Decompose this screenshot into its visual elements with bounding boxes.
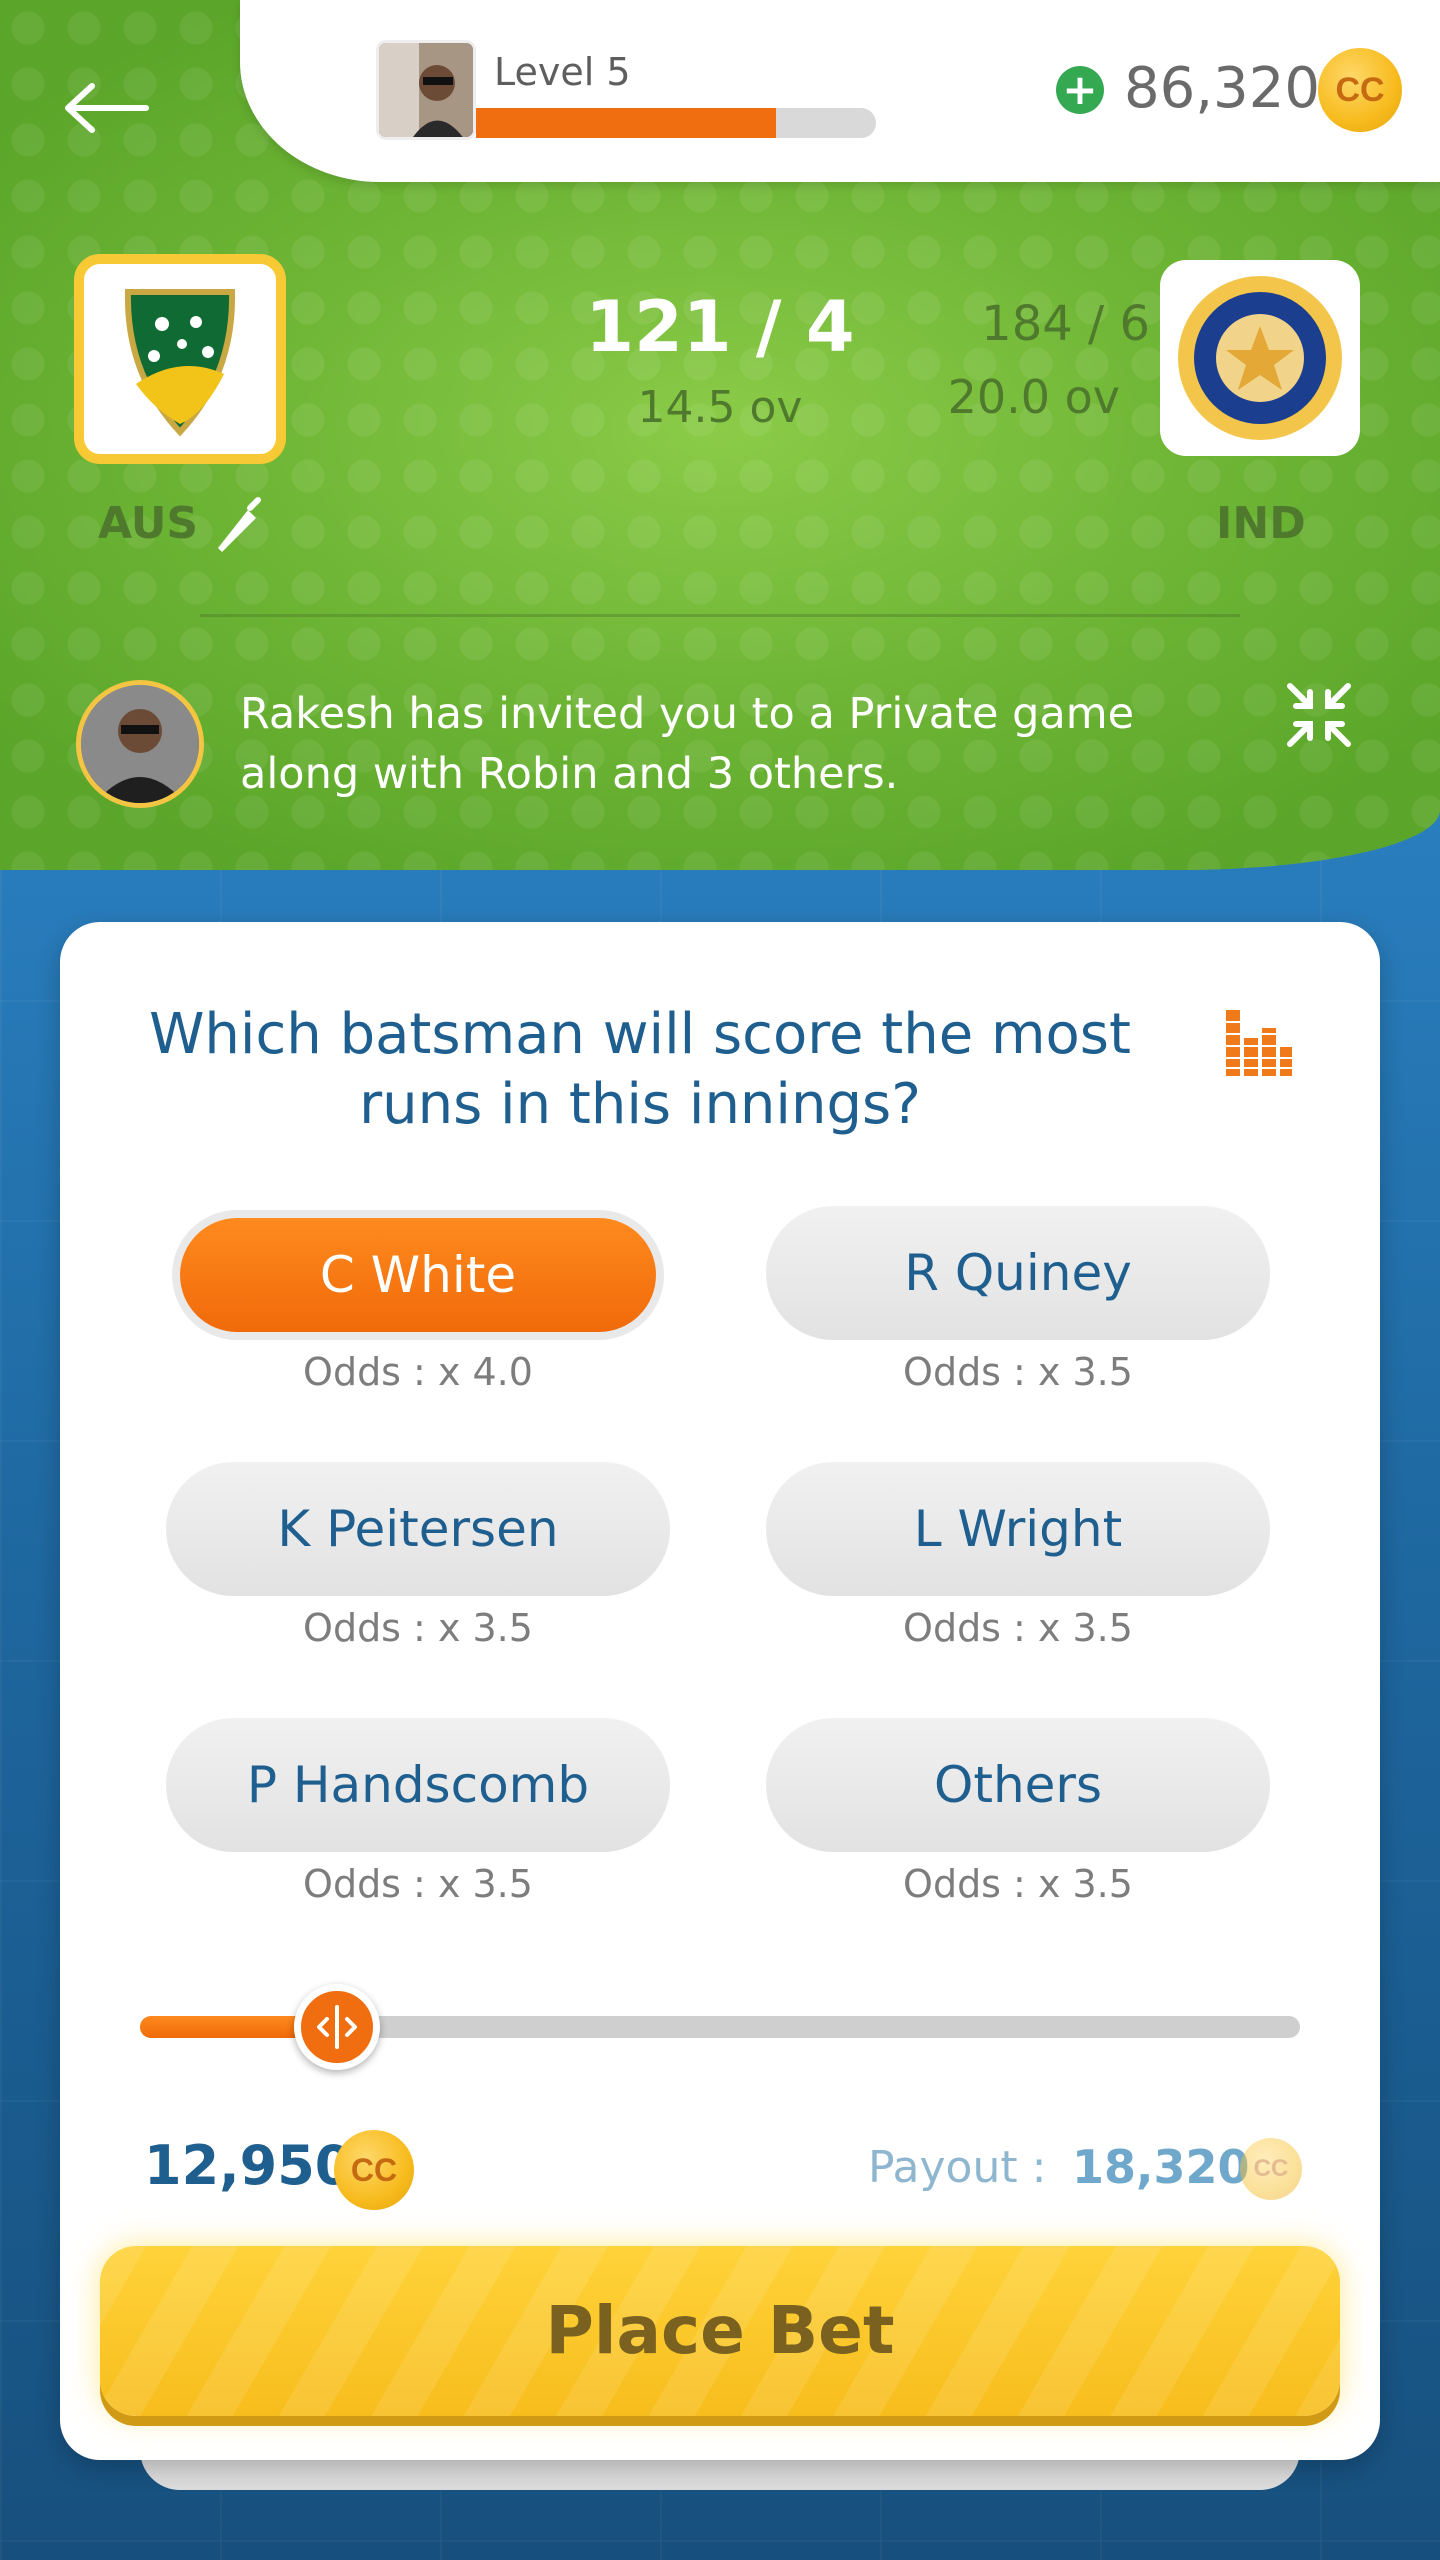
question-text: Which batsman will score the most runs i… <box>149 1002 1131 1137</box>
option-odds: Odds : x 3.5 <box>303 1606 533 1650</box>
payout-value: 18,320 <box>1072 2140 1250 2194</box>
level-progress-fill <box>476 108 776 138</box>
team-logo-ind <box>1160 260 1360 456</box>
inviter-avatar <box>76 680 204 808</box>
drag-arrows-icon <box>317 2005 358 2049</box>
bar-chart-icon[interactable] <box>1224 1008 1294 1078</box>
team-logo-aus <box>74 254 286 464</box>
aus-shield-icon <box>124 289 236 437</box>
level-progress-bar <box>476 108 876 138</box>
option-button[interactable]: L Wright <box>766 1462 1270 1596</box>
coin-balance: 86,320 <box>1124 56 1320 121</box>
bet-card <box>60 922 1380 2460</box>
team-code-aus: AUS <box>98 498 199 549</box>
option-odds: Odds : x 3.5 <box>903 1350 1133 1394</box>
cricket-bat-icon <box>218 497 261 552</box>
team-code-ind: IND <box>1216 498 1306 549</box>
invite-message: Rakesh has invited you to a Private game… <box>240 689 1135 799</box>
batting-team-overs: 14.5 ov <box>637 382 803 433</box>
bet-amount: 12,950 <box>144 2134 353 2197</box>
option-button[interactable]: P Handscomb <box>166 1718 670 1852</box>
option-button[interactable]: R Quiney <box>766 1206 1270 1340</box>
collapse-arrows-icon[interactable] <box>1284 680 1354 750</box>
user-avatar[interactable] <box>376 40 476 140</box>
level-label: Level 5 <box>494 50 631 94</box>
batting-team-score: 121 / 4 <box>585 286 855 368</box>
arrow-left-icon[interactable] <box>62 80 152 136</box>
other-team-score: 184 / 6 <box>981 296 1150 352</box>
place-bet-button[interactable]: Place Bet <box>100 2246 1340 2416</box>
coin-icon: CC <box>1318 48 1402 132</box>
header-divider <box>200 614 1240 617</box>
option-odds: Odds : x 3.5 <box>303 1862 533 1906</box>
option-odds: Odds : x 4.0 <box>303 1350 533 1394</box>
coin-icon: CC <box>334 2130 414 2210</box>
slider-handle[interactable] <box>294 1984 381 2070</box>
option-button[interactable]: K Peitersen <box>166 1462 670 1596</box>
option-odds: Odds : x 3.5 <box>903 1606 1133 1650</box>
option-button[interactable]: C White <box>180 1218 656 1332</box>
add-coins-icon[interactable]: + <box>1056 66 1104 114</box>
other-team-overs: 20.0 ov <box>947 370 1120 424</box>
payout-label: Payout : <box>868 2142 1047 2193</box>
bcci-emblem-icon <box>1178 276 1342 440</box>
option-odds: Odds : x 3.5 <box>903 1862 1133 1906</box>
coin-icon: CC <box>1240 2138 1302 2200</box>
option-button[interactable]: Others <box>766 1718 1270 1852</box>
user-photo <box>379 43 473 137</box>
inviter-photo <box>81 685 199 803</box>
